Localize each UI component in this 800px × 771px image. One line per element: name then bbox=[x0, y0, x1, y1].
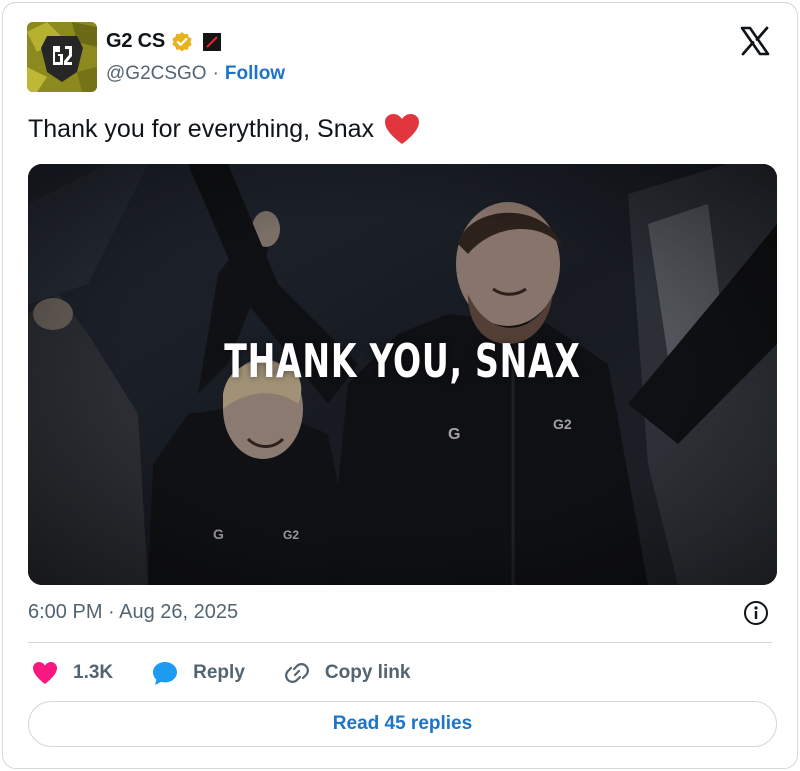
action-bar: 1.3K Reply Copy link bbox=[31, 658, 448, 688]
copy-link-label: Copy link bbox=[324, 662, 411, 683]
like-count: 1.3K bbox=[73, 662, 114, 683]
tweet-embed-card: G2 CS @G2CSGO · Follow Thank you for eve… bbox=[2, 2, 798, 769]
author-handle[interactable]: @G2CSGO bbox=[106, 63, 207, 85]
copy-link-button[interactable]: Copy link bbox=[283, 659, 411, 687]
verified-badge-icon bbox=[171, 31, 193, 53]
info-icon[interactable] bbox=[743, 600, 769, 626]
tweet-timestamp[interactable]: 6:00 PM · Aug 26, 2025 bbox=[28, 601, 238, 624]
heart-emoji-icon bbox=[384, 113, 420, 145]
heart-icon bbox=[33, 662, 57, 684]
separator-dot: · bbox=[212, 63, 219, 84]
reply-bubble-icon bbox=[153, 662, 178, 685]
reply-button[interactable]: Reply bbox=[151, 659, 245, 687]
link-icon bbox=[284, 663, 309, 683]
x-logo-icon[interactable] bbox=[739, 25, 771, 57]
read-replies-button[interactable]: Read 45 replies bbox=[28, 701, 777, 747]
divider bbox=[28, 642, 772, 643]
media-caption: THANK YOU, SNAX bbox=[224, 334, 581, 388]
follow-button[interactable]: Follow bbox=[225, 63, 285, 85]
like-button[interactable]: 1.3K bbox=[31, 659, 113, 687]
tweet-media-image[interactable]: G G2 G G2 THANK YOU, SNAX bbox=[28, 164, 777, 585]
affiliate-badge-icon[interactable] bbox=[203, 32, 222, 51]
tweet-text: Thank you for everything, Snax bbox=[28, 114, 375, 143]
author-name[interactable]: G2 CS bbox=[106, 30, 165, 53]
author-avatar[interactable] bbox=[27, 22, 97, 92]
reply-label: Reply bbox=[193, 662, 245, 683]
